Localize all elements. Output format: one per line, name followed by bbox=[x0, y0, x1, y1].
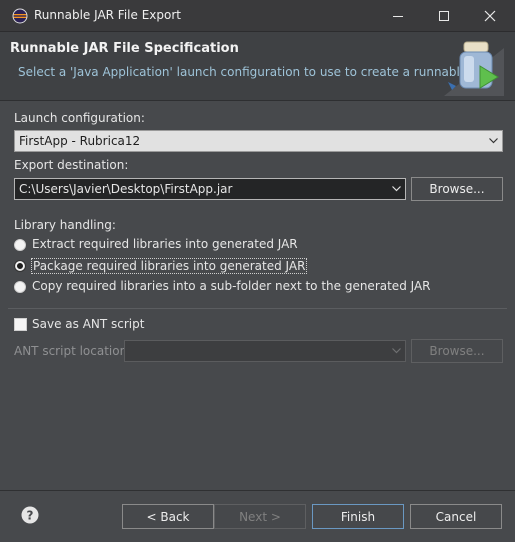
title-bar: Runnable JAR File Export bbox=[0, 0, 515, 32]
radio-extract-libraries[interactable] bbox=[14, 239, 26, 251]
launch-config-value: FirstApp - Rubrica12 bbox=[19, 134, 141, 148]
page-description: Select a 'Java Application' launch confi… bbox=[18, 65, 495, 79]
radio-extract-label[interactable]: Extract required libraries into generate… bbox=[32, 237, 298, 251]
launch-config-label: Launch configuration: bbox=[14, 111, 145, 125]
radio-copy-label[interactable]: Copy required libraries into a sub-folde… bbox=[32, 279, 431, 293]
next-button[interactable]: Next > bbox=[214, 504, 306, 529]
maximize-icon bbox=[439, 10, 449, 21]
radio-copy-libraries[interactable] bbox=[14, 281, 26, 293]
chevron-down-icon bbox=[387, 341, 405, 361]
back-button[interactable]: < Back bbox=[122, 504, 214, 529]
minimize-icon bbox=[393, 15, 403, 17]
jar-export-icon bbox=[444, 41, 504, 96]
library-handling-label: Library handling: bbox=[14, 218, 116, 232]
save-ant-checkbox[interactable] bbox=[14, 318, 27, 331]
ant-location-combo[interactable] bbox=[124, 340, 406, 362]
separator bbox=[8, 308, 507, 309]
chevron-down-icon[interactable] bbox=[387, 179, 405, 199]
radio-package-label[interactable]: Package required libraries into generate… bbox=[31, 258, 308, 274]
maximize-button[interactable] bbox=[421, 0, 467, 31]
radio-package-libraries[interactable] bbox=[14, 260, 26, 272]
save-ant-label[interactable]: Save as ANT script bbox=[32, 317, 144, 331]
chevron-down-icon bbox=[484, 131, 502, 151]
close-button[interactable] bbox=[467, 0, 513, 31]
page-title: Runnable JAR File Specification bbox=[10, 41, 239, 56]
ant-location-label: ANT script location: bbox=[14, 344, 132, 358]
eclipse-icon bbox=[12, 8, 28, 24]
export-destination-value: C:\Users\Javier\Desktop\FirstApp.jar bbox=[19, 182, 233, 196]
ant-browse-button[interactable]: Browse... bbox=[411, 339, 503, 363]
close-icon bbox=[484, 10, 496, 21]
help-icon[interactable]: ? bbox=[21, 506, 39, 524]
window-title: Runnable JAR File Export bbox=[34, 8, 181, 22]
footer-separator bbox=[0, 490, 515, 491]
finish-button[interactable]: Finish bbox=[312, 504, 404, 529]
export-destination-combo[interactable]: C:\Users\Javier\Desktop\FirstApp.jar bbox=[14, 178, 406, 200]
launch-config-select[interactable]: FirstApp - Rubrica12 bbox=[14, 130, 503, 152]
export-destination-label: Export destination: bbox=[14, 158, 129, 172]
export-browse-button[interactable]: Browse... bbox=[411, 177, 503, 201]
svg-text:?: ? bbox=[27, 509, 34, 523]
minimize-button[interactable] bbox=[375, 0, 421, 31]
cancel-button[interactable]: Cancel bbox=[410, 504, 502, 529]
wizard-header: Runnable JAR File Specification Select a… bbox=[0, 32, 515, 101]
